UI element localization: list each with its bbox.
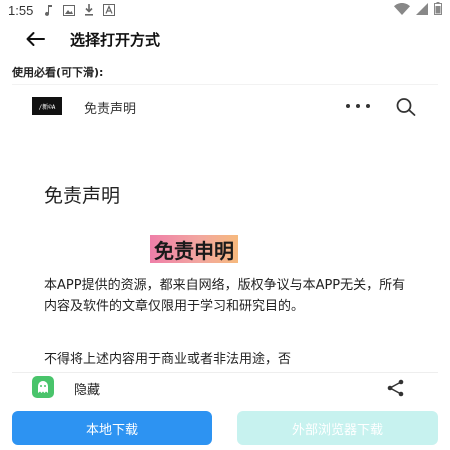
account-logo: /新©A: [32, 97, 62, 115]
header-title: 免责声明: [84, 102, 137, 117]
article-title: 免责声明: [44, 185, 121, 207]
app-bar: 选择打开方式: [0, 24, 450, 54]
status-icons-left: [43, 4, 116, 16]
ghost-app-icon: [32, 376, 54, 398]
status-time: 1:55: [8, 2, 34, 18]
article-preview[interactable]: /新©A 免责声明 免责声明 免责申明 本APP提供的资源，都来自网络，版权争议…: [12, 84, 438, 376]
share-icon[interactable]: [386, 379, 406, 397]
back-button[interactable]: [22, 27, 48, 51]
page-title: 选择打开方式: [70, 31, 161, 49]
article-paragraph: 本APP提供的资源，都来自网络，版权争议与本APP无关，所有内容及软件的文章仅限…: [44, 278, 406, 314]
wifi-icon: [394, 2, 410, 18]
article-paragraph: 不得将上述内容用于商业或者非法用途，否: [44, 352, 292, 367]
music-note-icon: [43, 4, 55, 16]
status-bar: 1:55: [0, 0, 450, 20]
signal-icon: [416, 2, 428, 18]
more-icon[interactable]: [346, 101, 370, 111]
arrow-left-icon: [26, 32, 45, 46]
hide-toggle[interactable]: 隐藏: [74, 379, 100, 398]
share-row: 隐藏: [12, 372, 438, 402]
search-icon[interactable]: [395, 97, 417, 117]
battery-icon: [434, 2, 442, 18]
usage-hint: 使用必看(可下滑):: [12, 66, 104, 79]
image-icon: [63, 4, 76, 16]
disclaimer-banner: 免责申明: [150, 235, 238, 263]
a-icon: [103, 4, 116, 16]
status-icons-right: [394, 2, 442, 18]
external-browser-download-button[interactable]: 外部浏览器下载: [237, 411, 438, 445]
local-download-button[interactable]: 本地下载: [12, 411, 212, 445]
article-header: /新©A 免责声明: [12, 85, 438, 125]
download-icon: [83, 4, 95, 16]
